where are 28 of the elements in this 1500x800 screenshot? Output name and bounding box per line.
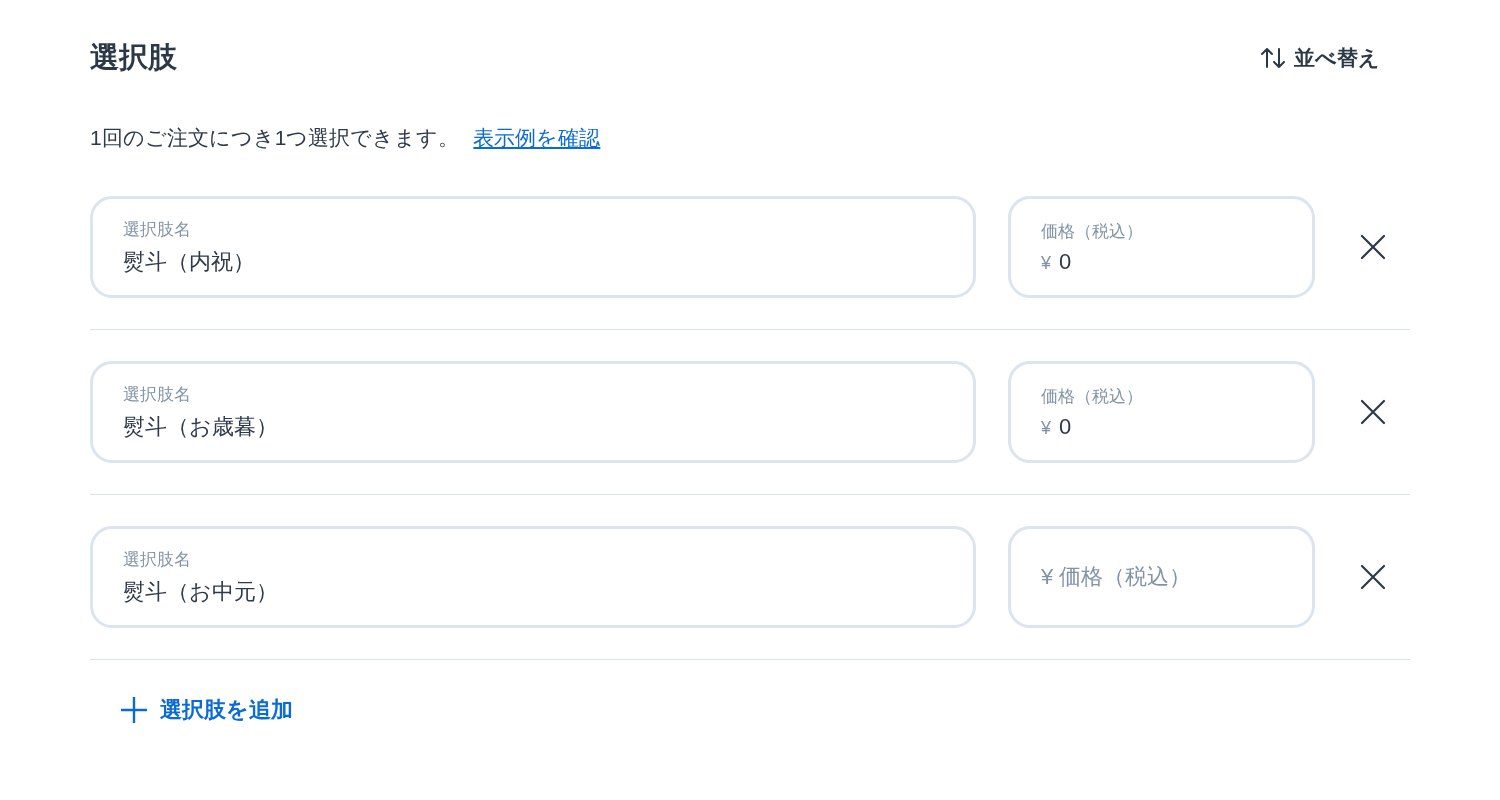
field-value: 0 — [1059, 248, 1072, 275]
currency-symbol: ¥ — [1041, 417, 1051, 439]
floating-label: 価格（税込） — [1041, 220, 1144, 243]
floating-label: 選択肢名 — [123, 218, 192, 241]
field-value: 0 — [1059, 413, 1072, 440]
section-title: 選択肢 — [90, 40, 177, 75]
close-icon — [1359, 233, 1387, 261]
floating-label: 選択肢名 — [123, 548, 192, 571]
option-name-field[interactable]: 選択肢名 熨斗（内祝） — [90, 196, 976, 298]
sort-button[interactable]: 並べ替え — [1256, 40, 1410, 76]
floating-label: 選択肢名 — [123, 383, 192, 406]
close-icon — [1359, 563, 1387, 591]
add-option-button[interactable]: 選択肢を追加 — [116, 691, 297, 729]
field-value: 熨斗（お中元） — [123, 577, 279, 606]
price-field[interactable]: 価格（税込） ¥ 0 — [1008, 196, 1315, 298]
plus-icon — [120, 696, 148, 724]
option-name-field[interactable]: 選択肢名 熨斗（お歳暮） — [90, 361, 976, 463]
option-name-field[interactable]: 選択肢名 熨斗（お中元） — [90, 526, 976, 628]
currency-symbol: ¥ — [1041, 252, 1051, 274]
placeholder-text: ¥ 価格（税込） — [1041, 563, 1193, 591]
preview-link[interactable]: 表示例を確認 — [473, 124, 601, 152]
close-icon — [1359, 398, 1387, 426]
price-field[interactable]: 価格（税込） ¥ 0 — [1008, 361, 1315, 463]
description-text: 1回のご注文につき1つ選択できます。 — [90, 125, 460, 151]
field-value: 熨斗（内祝） — [123, 247, 256, 276]
sort-icon — [1260, 46, 1286, 70]
field-value: 熨斗（お歳暮） — [123, 412, 279, 441]
floating-label: 価格（税込） — [1041, 385, 1144, 408]
